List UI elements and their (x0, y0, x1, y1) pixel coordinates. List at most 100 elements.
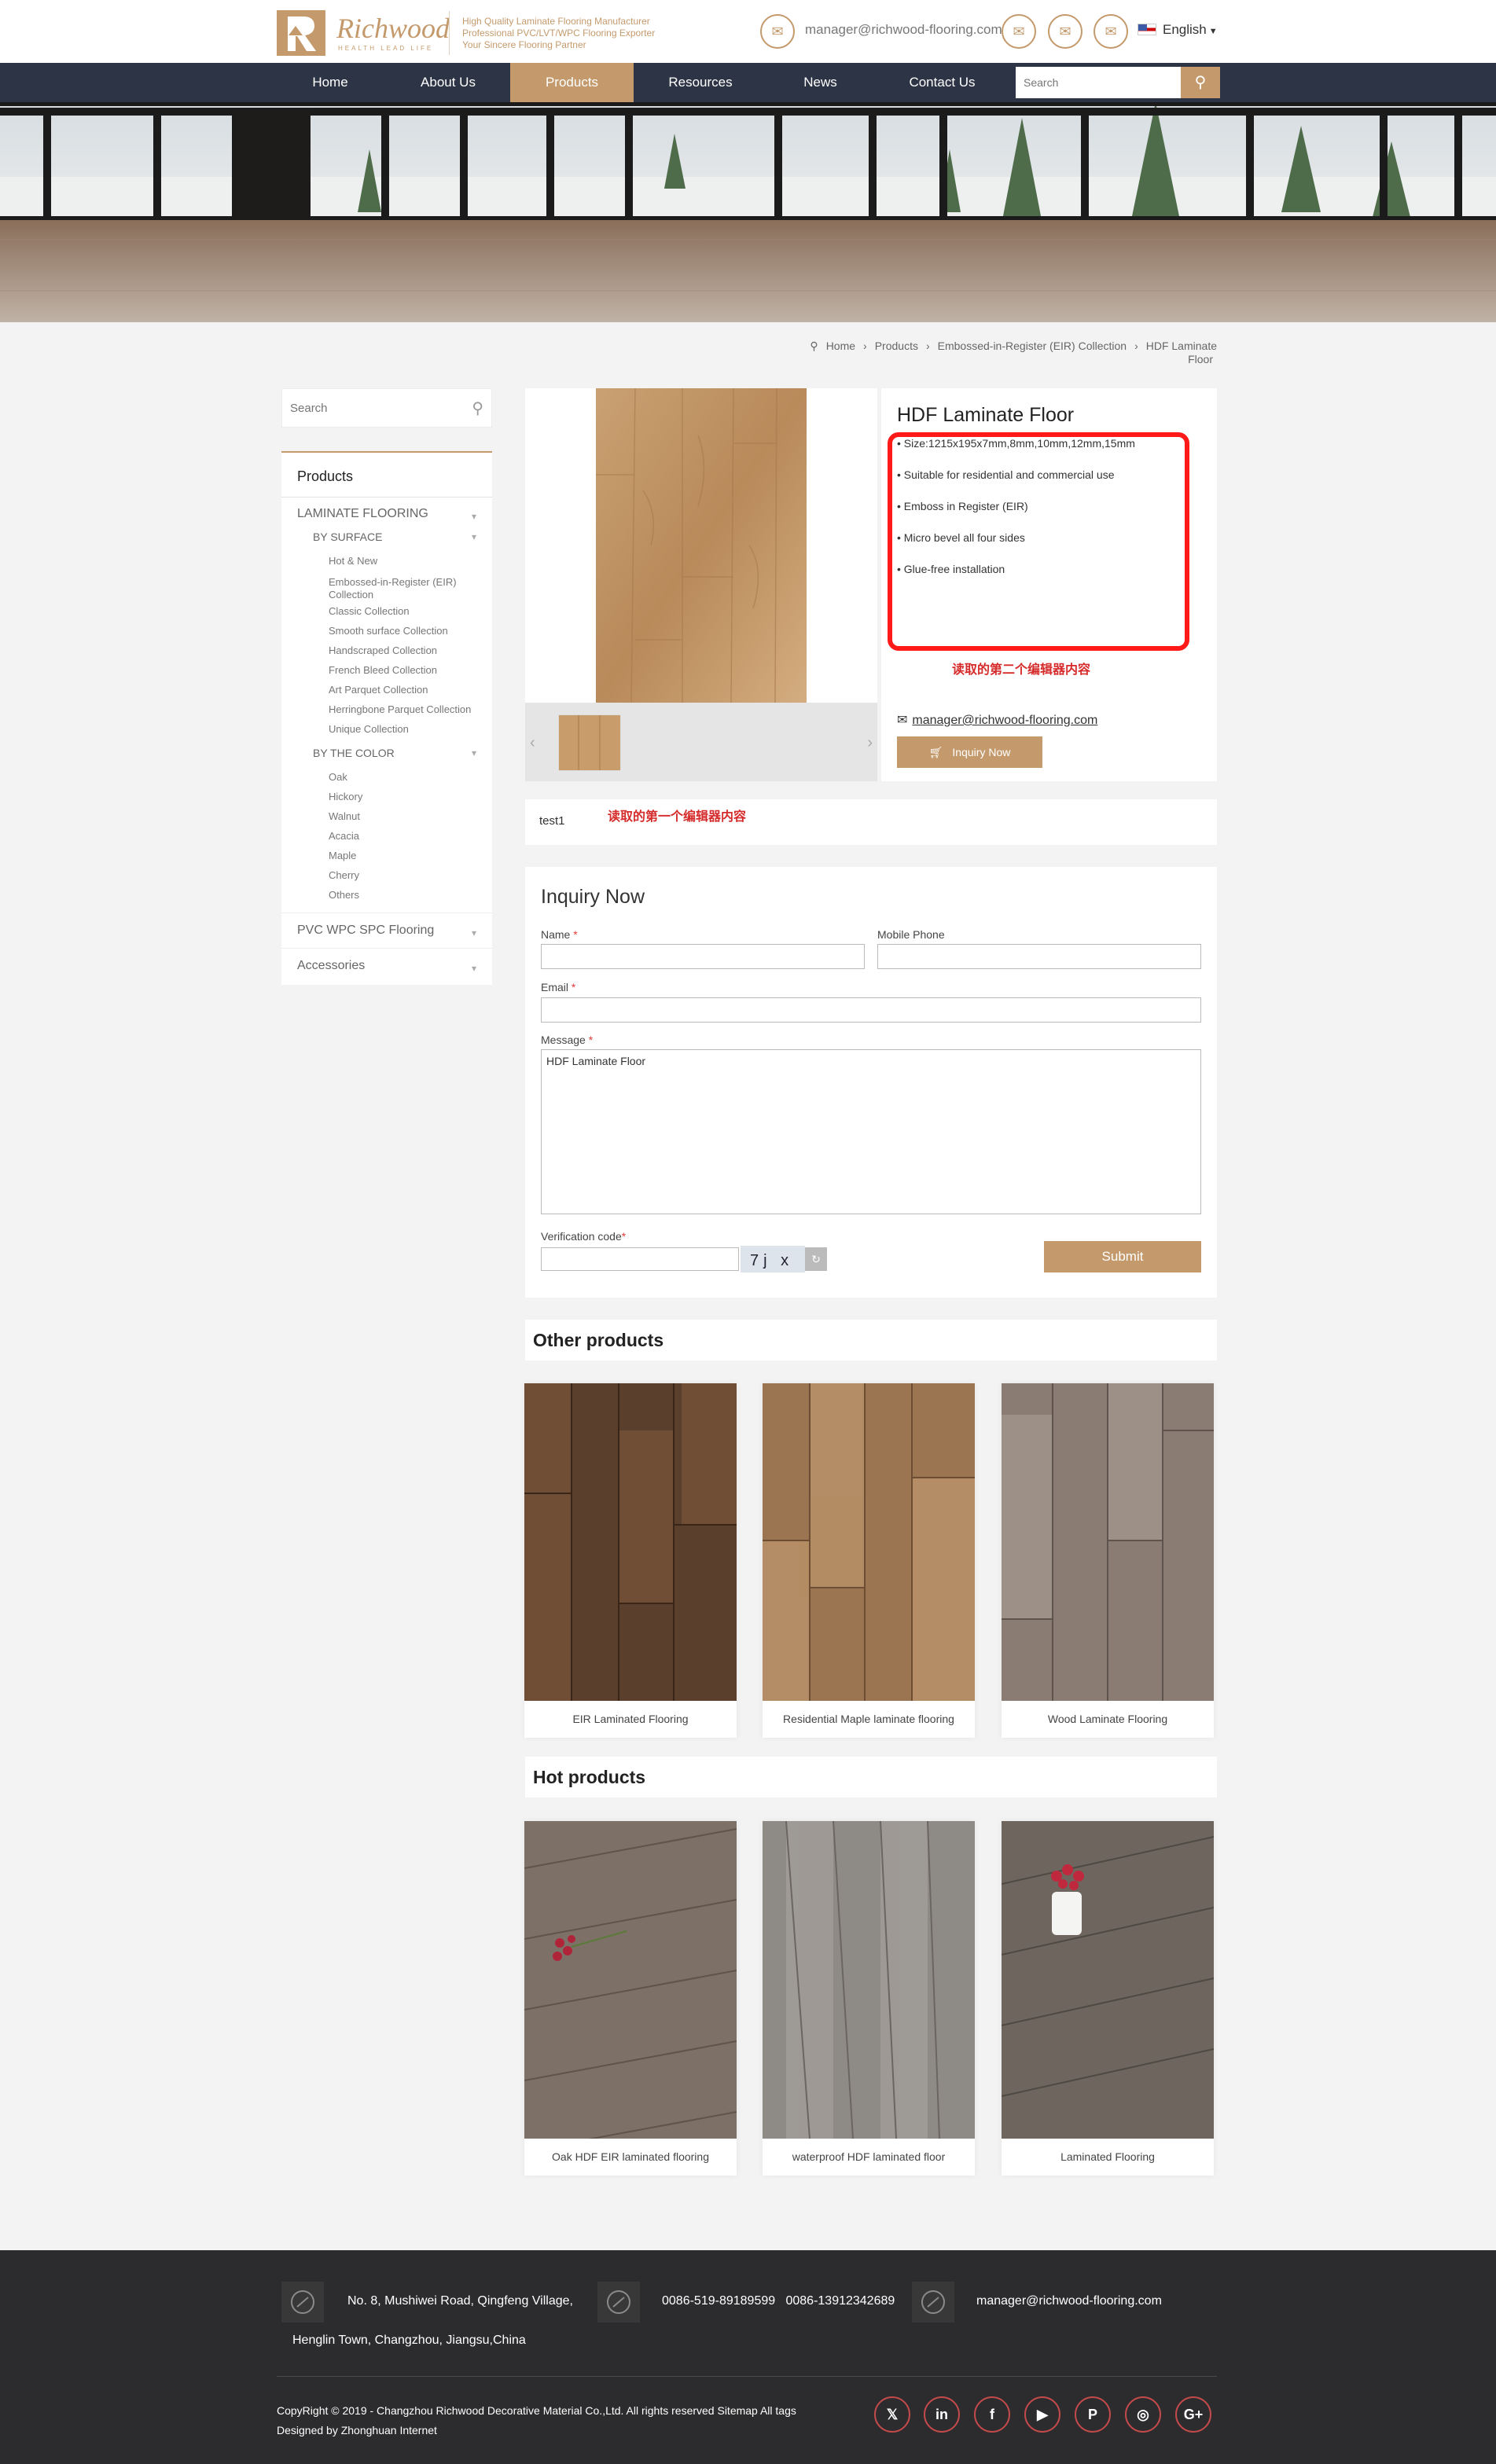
form-title: Inquiry Now (541, 886, 645, 908)
sidebar-search-input[interactable] (290, 398, 463, 417)
youtube-icon[interactable]: ▶ (1024, 2396, 1060, 2433)
mobile-phone-field[interactable] (877, 944, 1201, 969)
nav-news[interactable]: News (766, 63, 874, 102)
product-card-label[interactable]: waterproof HDF laminated floor (763, 2139, 975, 2176)
nav-about-us[interactable]: About Us (393, 63, 503, 102)
thumbnail[interactable] (558, 714, 621, 771)
product-card[interactable]: Residential Maple laminate flooring (763, 1383, 975, 1738)
group-by-the-color[interactable]: BY THE COLOR (313, 747, 395, 759)
search-icon: ⚲ (1194, 74, 1207, 91)
required-mark: * (588, 1034, 594, 1046)
nav-products[interactable]: Products (510, 63, 634, 102)
sidebar-item-hickory[interactable]: Hickory (329, 791, 362, 803)
sidebar-item-oak[interactable]: Oak (329, 771, 347, 784)
nav-home[interactable]: Home (277, 63, 384, 102)
sidebar-item-french-bleed[interactable]: French Bleed Collection (329, 664, 437, 677)
chevron-down-icon[interactable]: ▾ (472, 531, 476, 542)
name-label: Name * (541, 928, 578, 941)
product-card[interactable]: Wood Laminate Flooring (1002, 1383, 1214, 1738)
mail-icon[interactable]: ✉ (1002, 14, 1036, 49)
description-text: test1 (539, 814, 565, 828)
facebook-icon[interactable]: f (974, 2396, 1010, 2433)
product-image (524, 1383, 737, 1701)
logo-mark (277, 10, 325, 56)
submit-button[interactable]: Submit (1044, 1241, 1201, 1272)
product-card[interactable]: Oak HDF EIR laminated flooring (524, 1821, 737, 2176)
top-header: Richwood HEALTH LEAD LIFE High Quality L… (0, 0, 1496, 63)
instagram-icon[interactable]: ◎ (1125, 2396, 1161, 2433)
google-plus-icon[interactable]: G+ (1175, 2396, 1211, 2433)
required-mark: * (573, 928, 578, 941)
linkedin-icon[interactable]: in (924, 2396, 960, 2433)
logo[interactable]: Richwood HEALTH LEAD LIFE (277, 10, 450, 56)
sidebar-item-smooth[interactable]: Smooth surface Collection (329, 625, 448, 637)
categories-title: Products (297, 468, 354, 484)
product-card-label[interactable]: EIR Laminated Flooring (524, 1701, 737, 1738)
language-selector[interactable]: English ▼ (1138, 22, 1218, 38)
product-card-label[interactable]: Residential Maple laminate flooring (763, 1701, 975, 1738)
group-by-surface[interactable]: BY SURFACE (313, 531, 382, 543)
product-card-label[interactable]: Oak HDF EIR laminated flooring (524, 2139, 737, 2176)
required-mark: * (571, 981, 576, 993)
breadcrumb-home[interactable]: Home (826, 340, 855, 352)
twitter-icon[interactable]: 𝕏 (874, 2396, 910, 2433)
breadcrumb: ⚲ Home › Products › Embossed-in-Register (EIR… (775, 340, 1217, 365)
mail-icon[interactable]: ✉ (1048, 14, 1082, 49)
sidebar-item-handscraped[interactable]: Handscraped Collection (329, 644, 437, 657)
sidebar-item-acacia[interactable]: Acacia (329, 830, 359, 843)
chevron-down-icon[interactable]: ▾ (472, 747, 476, 758)
sidebar-item-hot-new[interactable]: Hot & New (329, 555, 377, 567)
breadcrumb-products[interactable]: Products (875, 340, 918, 352)
chevron-down-icon[interactable]: ▾ (472, 963, 476, 974)
product-image (763, 1821, 975, 2139)
chevron-down-icon: ▼ (1208, 27, 1218, 36)
product-card-label[interactable]: Laminated Flooring (1002, 2139, 1214, 2176)
search-icon[interactable]: ⚲ (472, 398, 483, 418)
product-email-link[interactable]: ✉ manager@richwood-flooring.com (897, 712, 1097, 728)
chevron-left-icon[interactable]: ‹ (530, 734, 535, 752)
category-laminate-flooring[interactable]: LAMINATE FLOORING (297, 507, 428, 521)
sidebar-item-walnut[interactable]: Walnut (329, 810, 360, 823)
refresh-icon[interactable]: ↻ (805, 1247, 827, 1271)
logo-tagline: HEALTH LEAD LIFE (338, 45, 434, 52)
sidebar-item-unique[interactable]: Unique Collection (329, 723, 409, 736)
sidebar-item-others[interactable]: Others (329, 889, 359, 902)
category-pvc-wpc-spc[interactable]: PVC WPC SPC Flooring (297, 924, 434, 938)
nav-resources[interactable]: Resources (640, 63, 761, 102)
chevron-down-icon[interactable]: ▾ (472, 511, 476, 522)
product-card[interactable]: Laminated Flooring (1002, 1821, 1214, 2176)
verification-code-field[interactable] (541, 1247, 739, 1271)
hot-products-title: Hot products (525, 1757, 1217, 1798)
footer-email[interactable]: manager@richwood-flooring.com (976, 2294, 1162, 2308)
sidebar-item-cherry[interactable]: Cherry (329, 869, 359, 882)
verification-label: Verification code* (541, 1230, 626, 1243)
message-field[interactable]: HDF Laminate Floor (541, 1049, 1201, 1214)
nav-search-input[interactable] (1016, 67, 1181, 98)
email-field[interactable] (541, 997, 1201, 1023)
sidebar-item-eir-collection[interactable]: Embossed-in-Register (EIR) Collection (329, 576, 470, 601)
product-card[interactable]: EIR Laminated Flooring (524, 1383, 737, 1738)
category-accessories[interactable]: Accessories (297, 959, 365, 973)
editor-note: 读取的第二个编辑器内容 (952, 663, 1091, 677)
product-image (524, 1821, 737, 2139)
product-card-label[interactable]: Wood Laminate Flooring (1002, 1701, 1214, 1738)
pinterest-icon[interactable]: P (1075, 2396, 1111, 2433)
sidebar-item-classic[interactable]: Classic Collection (329, 605, 410, 618)
copyright: CopyRight © 2019 - Changzhou Richwood De… (277, 2401, 796, 2440)
chevron-right-icon[interactable]: › (867, 734, 873, 752)
mail-icon[interactable]: ✉ (1094, 14, 1128, 49)
sidebar-item-maple[interactable]: Maple (329, 850, 356, 862)
chevron-down-icon[interactable]: ▾ (472, 927, 476, 938)
sidebar-item-art-parquet[interactable]: Art Parquet Collection (329, 684, 428, 696)
nav-contact-us[interactable]: Contact Us (884, 63, 1000, 102)
sidebar-item-herringbone[interactable]: Herringbone Parquet Collection (329, 703, 471, 716)
header-email[interactable]: manager@richwood-flooring.com (805, 22, 1002, 38)
product-main-image[interactable] (525, 388, 877, 703)
divider (281, 497, 492, 498)
product-card[interactable]: waterproof HDF laminated floor (763, 1821, 975, 2176)
search-button[interactable]: ⚲ (1181, 67, 1220, 98)
inquiry-now-button[interactable]: 🛒︎ Inquiry Now (897, 736, 1042, 768)
mail-icon[interactable]: ✉ (760, 14, 795, 49)
breadcrumb-collection[interactable]: Embossed-in-Register (EIR) Collection (938, 340, 1127, 352)
name-field[interactable] (541, 944, 865, 969)
